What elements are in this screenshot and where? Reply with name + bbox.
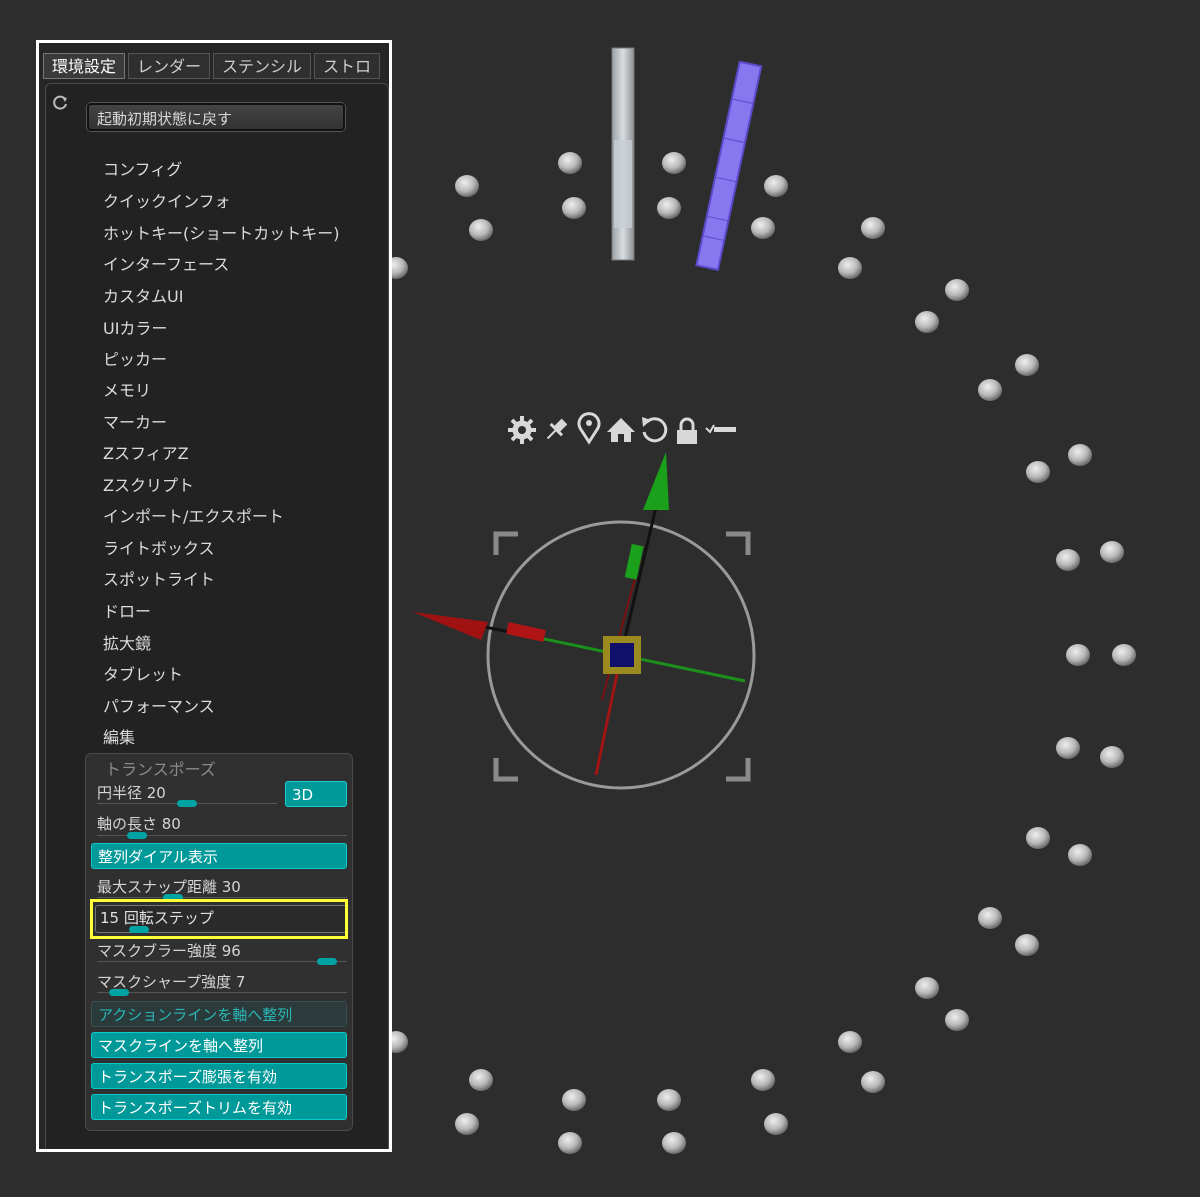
dial-sphere — [1056, 737, 1080, 759]
mask-blur-slider-label: マスクブラー強度 96 — [97, 942, 241, 960]
dial-sphere — [1068, 444, 1092, 466]
3d-toggle-button[interactable]: 3D — [285, 781, 347, 807]
dial-sphere — [945, 1009, 969, 1031]
dial-sphere — [657, 197, 681, 219]
axis-length-slider-label: 軸の長さ 80 — [97, 815, 181, 833]
tab-bar: 環境設定 レンダー ステンシル ストロ — [43, 53, 389, 81]
dial-sphere — [764, 175, 788, 197]
menu-item-custom-ui[interactable]: カスタムUI — [103, 283, 183, 307]
tab-stroke[interactable]: ストロ — [314, 53, 381, 79]
dial-sphere — [558, 152, 582, 174]
transpose-inflate-button[interactable]: トランスポーズ膨張を有効 — [91, 1063, 347, 1089]
menu-item-zscript[interactable]: Zスクリプト — [103, 472, 194, 496]
circle-radius-slider-knob[interactable] — [177, 800, 197, 807]
dial-sphere — [978, 379, 1002, 401]
dial-sphere — [861, 217, 885, 239]
dial-sphere — [1066, 644, 1090, 666]
location-icon[interactable] — [577, 412, 601, 445]
restore-defaults-button[interactable]: 起動初期状態に戻す — [87, 103, 345, 131]
mask-blur-slider[interactable] — [97, 961, 347, 962]
dial-sphere — [469, 219, 493, 241]
highlight-box — [90, 899, 348, 939]
menu-item-lightbox[interactable]: ライトボックス — [103, 535, 215, 559]
dial-sphere — [558, 1132, 582, 1154]
dial-sphere — [751, 217, 775, 239]
transpose-trim-button[interactable]: トランスポーズトリムを有効 — [91, 1094, 347, 1120]
dial-sphere — [1026, 827, 1050, 849]
menu-item-edit[interactable]: 編集 — [103, 724, 135, 748]
dial-sphere — [562, 1089, 586, 1111]
menu-item-marker[interactable]: マーカー — [103, 409, 167, 433]
alignment-dial-spheres — [384, 152, 1136, 1154]
dial-sphere — [1100, 541, 1124, 563]
menu-item-draw[interactable]: ドロー — [103, 598, 151, 622]
dial-sphere — [978, 907, 1002, 929]
dial-sphere — [838, 1031, 862, 1053]
menu-item-import-export[interactable]: インポート/エクスポート — [103, 503, 284, 527]
menu-item-magnifier[interactable]: 拡大鏡 — [103, 630, 151, 654]
dial-sphere — [1068, 844, 1092, 866]
dial-sphere — [455, 1113, 479, 1135]
dial-sphere — [945, 279, 969, 301]
menu-item-picker[interactable]: ピッカー — [103, 346, 167, 370]
action-line-align-button[interactable]: アクションラインを軸へ整列 — [91, 1001, 347, 1027]
menu-item-hotkeys[interactable]: ホットキー(ショートカットキー) — [103, 220, 340, 244]
dial-sphere — [1100, 746, 1124, 768]
mask-blur-slider-knob[interactable] — [317, 958, 337, 965]
menu-item-quickinfo[interactable]: クイックインフォ — [103, 188, 231, 212]
menu-item-spotlight[interactable]: スポットライト — [103, 566, 215, 590]
dial-sphere — [469, 1069, 493, 1091]
reset-icon[interactable] — [642, 417, 668, 443]
dial-sphere — [562, 197, 586, 219]
menu-item-tablet[interactable]: タブレット — [103, 661, 183, 685]
dial-sphere — [764, 1113, 788, 1135]
dial-sphere — [915, 977, 939, 999]
mask-sharp-slider[interactable] — [97, 992, 347, 993]
circle-radius-slider-label: 円半径 20 — [97, 784, 166, 802]
tab-stencil[interactable]: ステンシル — [213, 53, 312, 79]
axis-length-slider-knob[interactable] — [127, 832, 147, 839]
axis-bar-gray — [611, 47, 635, 261]
mask-sharp-slider-knob[interactable] — [109, 989, 129, 996]
gear-icon[interactable] — [508, 416, 536, 444]
dial-sphere — [1015, 934, 1039, 956]
axis-bar-purple — [695, 60, 763, 271]
dial-sphere — [838, 257, 862, 279]
minus-icon[interactable] — [705, 424, 736, 434]
align-dial-display-button[interactable]: 整列ダイアル表示 — [91, 843, 347, 869]
tab-render[interactable]: レンダー — [128, 53, 211, 79]
pin-icon[interactable] — [542, 416, 570, 444]
dial-sphere — [1026, 461, 1050, 483]
dial-sphere — [662, 152, 686, 174]
refresh-icon[interactable] — [53, 95, 69, 111]
transpose-title[interactable]: トランスポーズ — [105, 756, 216, 780]
preferences-panel: 環境設定 レンダー ステンシル ストロ 起動初期状態に戻す コンフィグ クイック… — [36, 40, 392, 1152]
dial-sphere — [455, 175, 479, 197]
dial-sphere — [1112, 644, 1136, 666]
menu-item-interface[interactable]: インターフェース — [103, 251, 229, 275]
dial-sphere — [861, 1071, 885, 1093]
gizmo-toolbar[interactable] — [508, 412, 736, 445]
transpose-gizmo[interactable] — [413, 452, 756, 790]
home-icon[interactable] — [607, 418, 635, 442]
menu-item-zsphere[interactable]: ZスフィアZ — [103, 440, 189, 464]
max-snap-slider[interactable] — [97, 897, 347, 898]
lock-icon[interactable] — [677, 417, 697, 444]
dial-sphere — [751, 1069, 775, 1091]
tab-preferences[interactable]: 環境設定 — [43, 53, 126, 79]
dial-sphere — [657, 1089, 681, 1111]
dial-sphere — [662, 1132, 686, 1154]
dial-sphere — [1015, 354, 1039, 376]
menu-item-performance[interactable]: パフォーマンス — [103, 693, 215, 717]
menu-item-ui-colors[interactable]: UIカラー — [103, 315, 167, 339]
menu-item-config[interactable]: コンフィグ — [103, 156, 182, 180]
mask-line-align-button[interactable]: マスクラインを軸へ整列 — [91, 1032, 347, 1058]
menu-item-memory[interactable]: メモリ — [103, 377, 151, 401]
dial-sphere — [915, 311, 939, 333]
dial-sphere — [1056, 549, 1080, 571]
